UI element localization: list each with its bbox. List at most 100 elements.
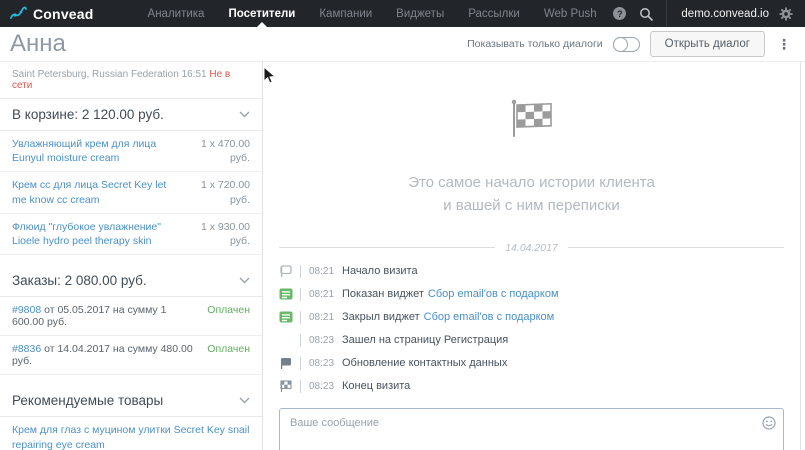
widget-icon bbox=[279, 311, 295, 323]
event-row: 08:23 Зашел на страницу Регистрация bbox=[279, 329, 784, 352]
chevron-down-icon bbox=[239, 397, 250, 404]
events-list: 08:21 Начало визита 08:21 Показан виджет… bbox=[263, 258, 800, 398]
event-row: 08:23 Конец визита bbox=[279, 375, 784, 398]
account-domain[interactable]: demo.convead.io bbox=[681, 8, 769, 20]
cart-item: Увлажняющий крем для лица Eunyul moistur… bbox=[0, 131, 262, 173]
event-time: 08:21 bbox=[309, 265, 335, 277]
event-time: 08:21 bbox=[309, 288, 335, 300]
event-separator bbox=[300, 356, 301, 370]
event-separator bbox=[300, 333, 301, 347]
orders-section: Заказы: 2 080.00 руб. #9808 от 05.05.201… bbox=[0, 265, 262, 376]
event-time: 08:23 bbox=[309, 380, 335, 392]
event-text: Конец визита bbox=[342, 380, 411, 392]
nav-item-newsletters[interactable]: Рассылки bbox=[468, 0, 520, 27]
chevron-down-icon bbox=[239, 277, 250, 284]
event-time: 08:23 bbox=[309, 334, 335, 346]
page-title: Анна bbox=[10, 30, 66, 57]
nav-item-campaigns[interactable]: Кампании bbox=[319, 0, 372, 27]
nav-right: ? demo.convead.io bbox=[613, 0, 805, 27]
order-link[interactable]: #8836 bbox=[12, 343, 41, 355]
cart-section: В корзине: 2 120.00 руб. Увлажняющий кре… bbox=[0, 99, 262, 256]
dialogs-only-label: Показывать только диалоги bbox=[467, 38, 603, 50]
event-row: 08:21 Закрыл виджет Сбор email'ов с пода… bbox=[279, 306, 784, 329]
order-status: Оплачен bbox=[207, 304, 250, 317]
dialogs-only-toggle[interactable] bbox=[612, 36, 640, 52]
event-text: Начало визита bbox=[342, 265, 418, 277]
event-separator bbox=[300, 287, 301, 301]
event-row: 08:21 Начало визита bbox=[279, 260, 784, 283]
nav-item-widgets[interactable]: Виджеты bbox=[396, 0, 444, 27]
brand-logo[interactable]: Convead bbox=[0, 6, 106, 22]
message-composer bbox=[279, 407, 784, 450]
checkered-flag-icon bbox=[511, 99, 552, 137]
event-separator bbox=[300, 264, 301, 278]
event-text: Зашел на страницу Регистрация bbox=[342, 334, 509, 346]
convead-logo-icon bbox=[10, 6, 27, 19]
visitor-sidebar: Saint Petersburg, Russian Federation 16:… bbox=[0, 62, 262, 450]
date-divider: 14.04.2017 bbox=[279, 242, 784, 254]
content: Saint Petersburg, Russian Federation 16:… bbox=[0, 62, 805, 450]
event-text: Показан виджет bbox=[342, 288, 424, 300]
cart-item-price: 1 x 930.00 руб. bbox=[200, 220, 250, 247]
kebab-menu-icon[interactable]: ⋮ bbox=[775, 36, 793, 53]
top-nav: Convead Аналитика Посетители Кампании Ви… bbox=[0, 0, 805, 27]
event-time: 08:23 bbox=[309, 357, 335, 369]
search-icon[interactable] bbox=[639, 7, 654, 21]
nav-item-visitors[interactable]: Посетители bbox=[228, 0, 295, 27]
event-separator bbox=[300, 310, 301, 324]
event-time: 08:21 bbox=[309, 311, 335, 323]
event-widget-link[interactable]: Сбор email'ов с подарком bbox=[424, 311, 555, 323]
page-header: Анна Показывать только диалоги Открыть д… bbox=[0, 27, 805, 62]
event-text: Обновление контактных данных bbox=[342, 357, 508, 369]
cart-item-link[interactable]: Крем сс для лица Secret Key let me know … bbox=[12, 178, 180, 206]
chevron-down-icon bbox=[239, 111, 250, 118]
widget-icon bbox=[279, 288, 295, 300]
cart-item-link[interactable]: Увлажняющий крем для лица Eunyul moistur… bbox=[12, 137, 180, 165]
recommended-item-link[interactable]: Крем для глаз с муцином улитки Secret Ke… bbox=[0, 417, 262, 450]
visitor-local-time: 16:51 bbox=[181, 69, 207, 80]
empty-state-line2: и вашей с ним переписки bbox=[443, 197, 620, 215]
event-text: Закрыл виджет bbox=[342, 311, 420, 323]
flag-checkered-icon bbox=[279, 379, 295, 393]
nav-item-analytics[interactable]: Аналитика bbox=[148, 0, 205, 27]
empty-state-line1: Это самое начало истории клиента bbox=[408, 174, 655, 191]
cart-section-header[interactable]: В корзине: 2 120.00 руб. bbox=[0, 99, 262, 131]
flag-filled-icon bbox=[279, 356, 295, 370]
toggle-knob bbox=[612, 36, 628, 52]
help-icon[interactable]: ? bbox=[613, 7, 627, 20]
order-row: #8836 от 14.04.2017 на сумму 480.00 руб.… bbox=[0, 336, 262, 376]
visitor-meta: Saint Petersburg, Russian Federation 16:… bbox=[0, 62, 262, 99]
order-status: Оплачен bbox=[207, 343, 250, 356]
empty-state: Это самое начало истории клиента и вашей… bbox=[263, 98, 800, 218]
event-widget-link[interactable]: Сбор email'ов с подарком bbox=[428, 288, 559, 300]
convead-app: Convead Аналитика Посетители Кампании Ви… bbox=[0, 0, 805, 450]
orders-section-title: Заказы: 2 080.00 руб. bbox=[12, 273, 147, 289]
header-actions: Показывать только диалоги Открыть диалог… bbox=[467, 31, 793, 57]
gear-icon[interactable] bbox=[779, 6, 793, 21]
cart-item: Флюид "глубокое увлажнение" Lioele hydro… bbox=[0, 214, 262, 256]
empty-state-text: Это самое начало истории клиента и вашей… bbox=[263, 171, 800, 218]
flag-outline-icon bbox=[279, 264, 295, 278]
date-divider-label: 14.04.2017 bbox=[505, 241, 558, 254]
event-row: 08:23 Обновление контактных данных bbox=[279, 352, 784, 375]
open-dialog-button[interactable]: Открыть диалог bbox=[649, 31, 765, 57]
nav-item-webpush[interactable]: Web Push bbox=[544, 0, 597, 27]
orders-section-header[interactable]: Заказы: 2 080.00 руб. bbox=[0, 265, 262, 298]
event-row: 08:21 Показан виджет Сбор email'ов с под… bbox=[279, 283, 784, 306]
message-input[interactable] bbox=[279, 407, 784, 450]
event-separator bbox=[300, 379, 301, 393]
recommended-section: Рекомендуемые товары Крем для глаз с муц… bbox=[0, 385, 262, 450]
chat-panel: Это самое начало истории клиента и вашей… bbox=[262, 62, 801, 450]
brand-name: Convead bbox=[33, 5, 94, 22]
cart-item: Крем сс для лица Secret Key let me know … bbox=[0, 172, 262, 214]
cart-section-title: В корзине: 2 120.00 руб. bbox=[12, 107, 164, 122]
cart-item-link[interactable]: Флюид "глубокое увлажнение" Lioele hydro… bbox=[12, 220, 180, 248]
visitor-location: Saint Petersburg, Russian Federation bbox=[12, 69, 179, 80]
recommended-section-title: Рекомендуемые товары bbox=[12, 393, 164, 409]
nav-menu: Аналитика Посетители Кампании Виджеты Ра… bbox=[148, 0, 597, 27]
cart-item-price: 1 x 470.00 руб. bbox=[200, 138, 250, 165]
recommended-section-header[interactable]: Рекомендуемые товары bbox=[0, 385, 262, 418]
emoji-icon[interactable] bbox=[762, 415, 776, 430]
account-group: demo.convead.io bbox=[666, 0, 793, 27]
order-link[interactable]: #9808 bbox=[12, 304, 41, 316]
